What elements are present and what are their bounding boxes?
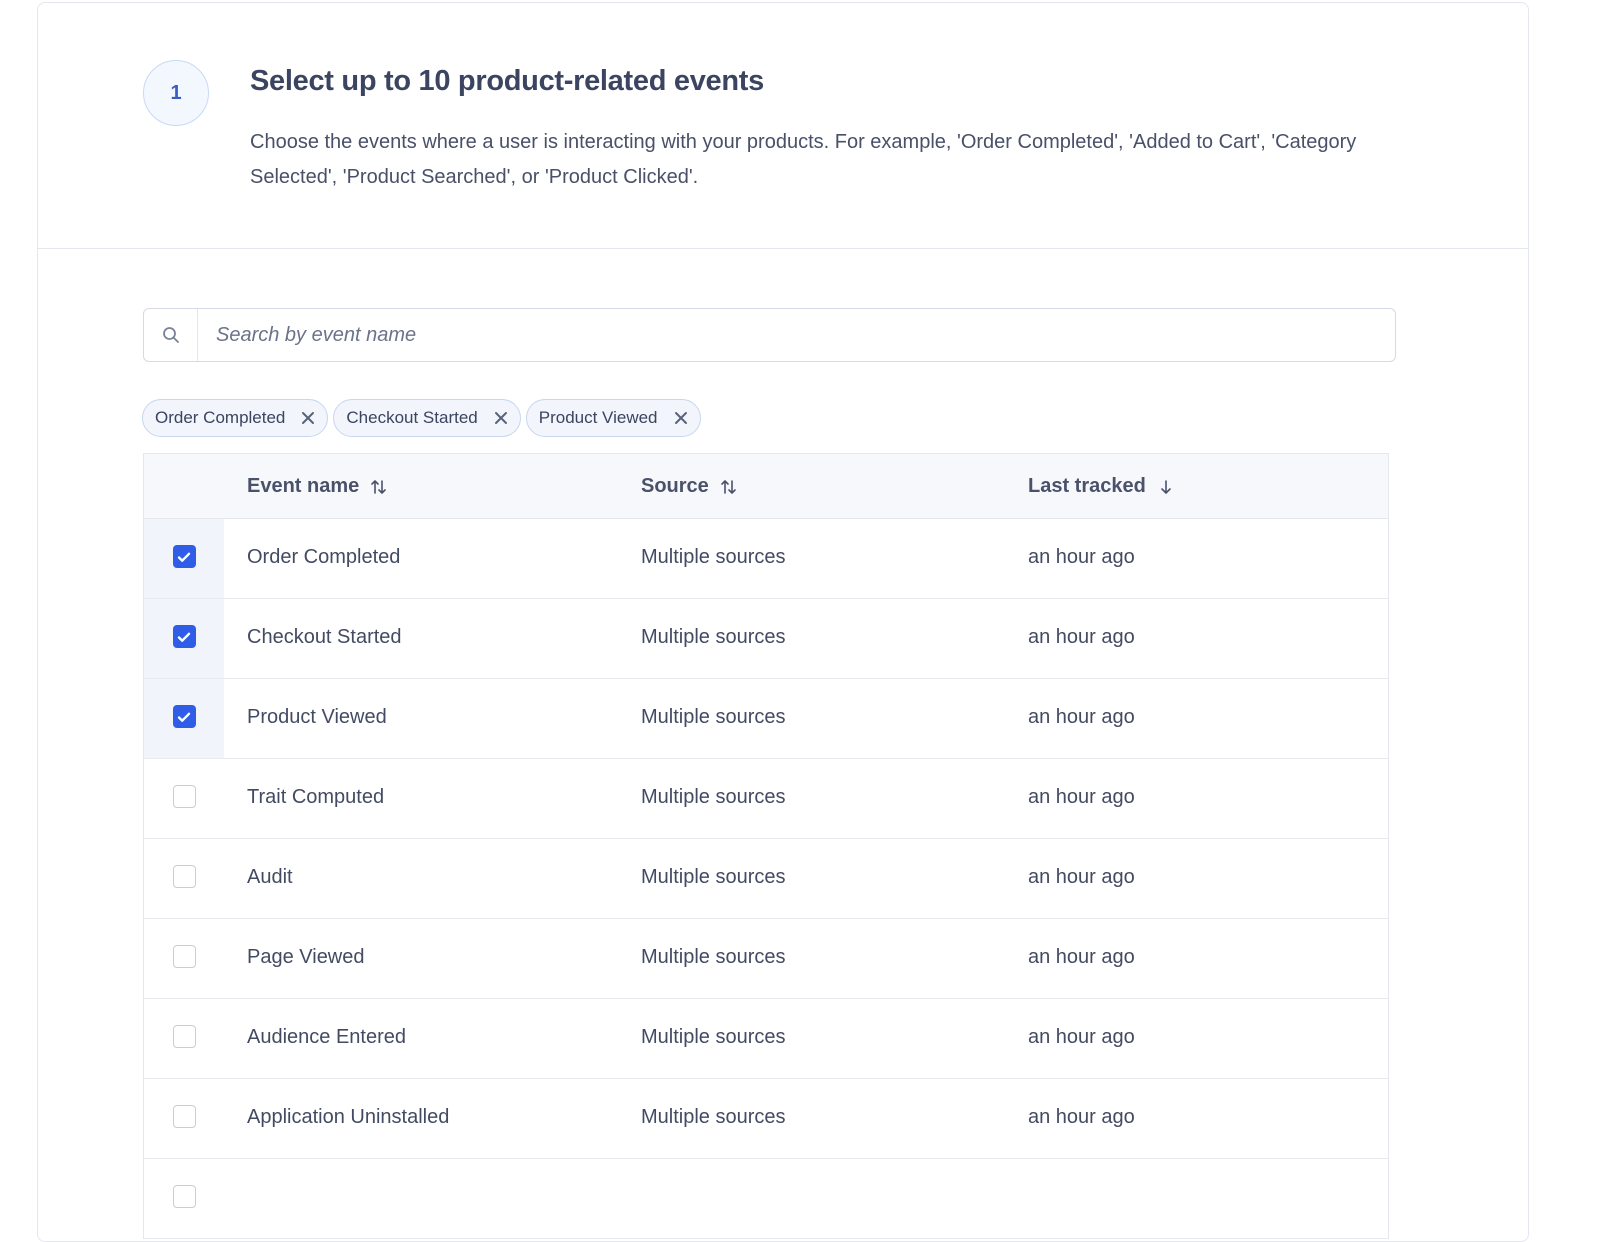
table-body: Order Completed Multiple sources an hour a… [144,519,1388,1239]
selected-events-chips: Order Completed Checkout Started Product V… [142,399,701,437]
table-row[interactable]: Trait Computed Multiple sources an hour ag… [144,759,1388,839]
checkbox-checked[interactable] [172,705,196,728]
event-name-cell: Audit [247,865,293,888]
step-header: 1 Select up to 10 product-related events… [38,3,1528,249]
row-checkbox-cell [144,759,224,838]
source-cell: Multiple sources [641,785,786,808]
search-input[interactable] [198,309,1395,361]
event-name-cell: Application Uninstalled [247,1105,450,1128]
last-tracked-cell: an hour ago [1028,545,1135,568]
event-name-cell: Audience Entered [247,1025,407,1048]
sort-both-icon [721,479,736,494]
event-name-cell: Checkout Started [247,625,402,648]
checkbox-unchecked[interactable] [172,945,196,968]
row-checkbox-cell [144,919,224,998]
chip-remove-icon[interactable] [492,409,510,427]
column-header-source[interactable]: Source [641,454,739,519]
row-checkbox-cell [144,519,224,598]
checkbox-checked[interactable] [172,625,196,648]
table-row[interactable]: Checkout Started Multiple sources an hour … [144,599,1388,679]
chip-label: Checkout Started [346,408,478,427]
event-name-cell: Order Completed [247,545,401,568]
checkmark-icon [177,712,191,722]
last-tracked-cell: an hour ago [1028,1105,1135,1128]
column-label: Last tracked [1028,475,1146,497]
selected-event-chip: Checkout Started [333,399,521,437]
checkbox-unchecked[interactable] [172,1105,196,1128]
table-row[interactable]: Audit Multiple sources an hour ago [144,839,1388,919]
checkbox-unchecked[interactable] [172,1185,196,1208]
checkbox-unchecked[interactable] [172,785,196,808]
row-checkbox-cell [144,679,224,758]
row-checkbox-cell [144,1159,224,1238]
last-tracked-cell: an hour ago [1028,705,1135,728]
table-row[interactable]: Page Viewed Multiple sources an hour ago [144,919,1388,999]
checkmark-icon [177,632,191,642]
chip-remove-icon[interactable] [299,409,317,427]
source-cell: Multiple sources [641,1105,786,1128]
column-header-event-name[interactable]: Event name [247,454,389,519]
sort-both-icon [371,479,387,494]
chip-remove-icon[interactable] [672,409,690,427]
step-title: Select up to 10 product-related events [250,65,764,97]
row-checkbox-cell [144,999,224,1078]
source-cell: Multiple sources [641,705,786,728]
last-tracked-cell: an hour ago [1028,625,1135,648]
last-tracked-cell: an hour ago [1028,945,1135,968]
sort-descending-icon [1161,479,1171,494]
checkmark-icon [177,552,191,562]
table-row[interactable] [144,1159,1388,1239]
search-icon [144,309,198,361]
checkbox-unchecked[interactable] [172,865,196,888]
last-tracked-cell: an hour ago [1028,785,1135,808]
source-cell: Multiple sources [641,1025,786,1048]
step-description: Choose the events where a user is intera… [250,131,1357,188]
checkbox-unchecked[interactable] [172,1025,196,1048]
table-row[interactable]: Audience Entered Multiple sources an hour … [144,999,1388,1079]
row-checkbox-cell [144,839,224,918]
event-name-cell: Page Viewed [247,945,365,968]
column-label: Source [641,475,709,497]
event-name-cell: Product Viewed [247,705,387,728]
row-checkbox-cell [144,1079,224,1158]
last-tracked-cell: an hour ago [1028,1025,1135,1048]
column-label: Event name [247,475,360,497]
search-box [143,308,1396,362]
selected-event-chip: Order Completed [142,399,329,437]
source-cell: Multiple sources [641,945,786,968]
event-selection-card: 1 Select up to 10 product-related events… [37,2,1529,1242]
table-row[interactable]: Product Viewed Multiple sources an hour ag… [144,679,1388,759]
chip-label: Order Completed [155,408,286,427]
table-row[interactable]: Application Uninstalled Multiple sources a… [144,1079,1388,1159]
event-name-cell: Trait Computed [247,785,385,808]
source-cell: Multiple sources [641,625,786,648]
chip-label: Product Viewed [538,408,658,427]
source-cell: Multiple sources [641,545,786,568]
table-row[interactable]: Order Completed Multiple sources an hour a… [144,519,1388,599]
events-table: Event name Source Last tracked Order Com… [143,453,1389,1239]
step-number-badge: 1 [143,60,209,126]
source-cell: Multiple sources [641,865,786,888]
table-header: Event name Source Last tracked [144,454,1388,519]
selected-event-chip: Product Viewed [525,399,701,437]
last-tracked-cell: an hour ago [1028,865,1135,888]
column-header-last-tracked[interactable]: Last tracked [1028,454,1176,519]
row-checkbox-cell [144,599,224,678]
checkbox-checked[interactable] [172,545,196,568]
